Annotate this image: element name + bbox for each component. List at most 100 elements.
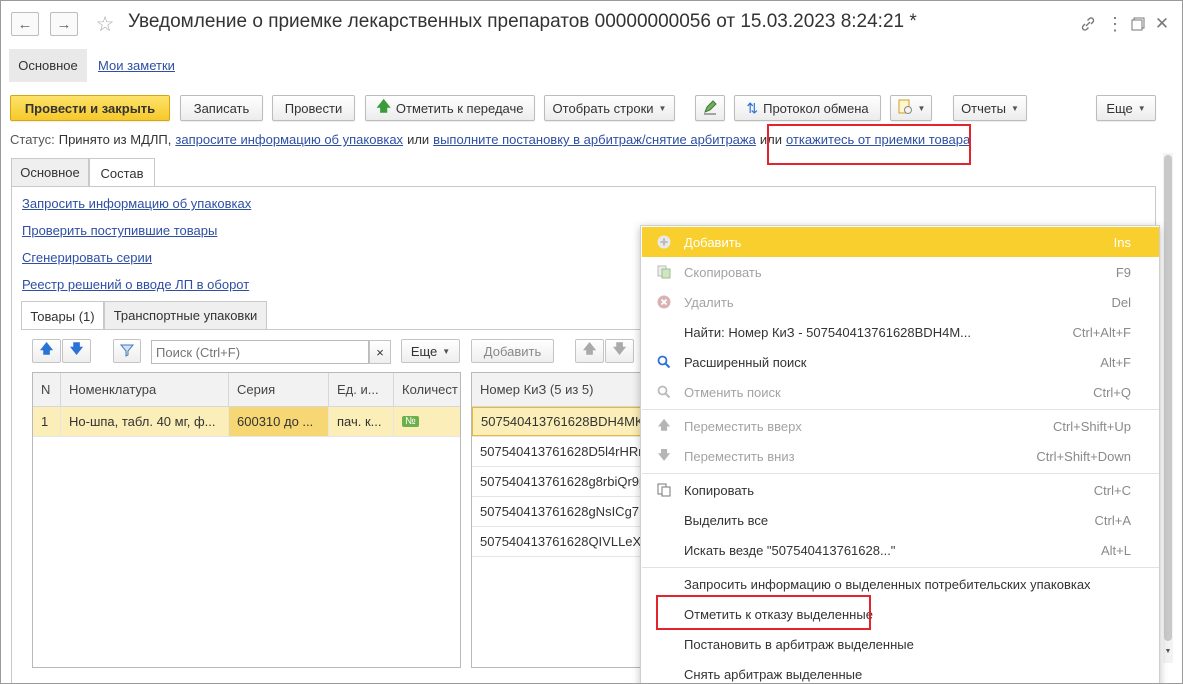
col-n[interactable]: N <box>33 373 61 406</box>
menu-item-copy[interactable]: Копировать Ctrl+C <box>642 475 1159 505</box>
close-icon[interactable]: ✕ <box>1151 13 1173 35</box>
menu-item-label: Переместить вниз <box>684 448 795 464</box>
sign-button[interactable] <box>695 95 725 121</box>
cell-kiz: 507540413761628g8rbiQr9p <box>480 474 647 489</box>
menu-item-label: Копировать <box>684 482 754 498</box>
add-kiz-button[interactable]: Добавить <box>471 339 554 363</box>
goods-more-label: Еще <box>410 343 438 359</box>
table-row[interactable]: 507540413761628D5l4rHRn <box>472 437 650 467</box>
menu-item-cancel-search[interactable]: Отменить поиск Ctrl+Q <box>642 377 1159 407</box>
document-window: ← → ☆ Уведомление о приемке лекарственны… <box>0 0 1183 684</box>
menu-item-add[interactable]: Добавить Ins <box>642 227 1159 257</box>
more-dots-icon[interactable]: ⋮ <box>1104 13 1126 35</box>
move-down-button[interactable]: 🡇 <box>62 339 91 363</box>
check-goods-action[interactable]: Проверить поступившие товары <box>22 223 217 238</box>
delete-circle-icon <box>656 294 672 310</box>
menu-item-select-all[interactable]: Выделить все Ctrl+A <box>642 505 1159 535</box>
menu-item-shortcut: Alt+F <box>1100 354 1131 370</box>
cell-kiz: 507540413761628gNsICg7L <box>480 504 647 519</box>
goods-more-button[interactable]: Еще ▼ <box>401 339 460 363</box>
chevron-down-icon: ▼ <box>1011 103 1019 113</box>
more-label: Еще <box>1106 100 1133 116</box>
generate-series-action[interactable]: Сгенерировать серии <box>22 250 152 265</box>
exchange-protocol-button[interactable]: ⇅ Протокол обмена <box>734 95 881 121</box>
menu-item-label: Искать везде "507540413761628..." <box>684 542 896 558</box>
save-button[interactable]: Записать <box>180 95 263 121</box>
tab-transport-packages[interactable]: Транспортные упаковки <box>104 301 267 329</box>
menu-item-shortcut: Ctrl+Alt+F <box>1072 324 1131 340</box>
search-icon <box>656 354 672 370</box>
arbitration-link[interactable]: выполните постановку в арбитраж/снятие а… <box>433 132 756 147</box>
scrollbar-thumb[interactable] <box>1164 155 1172 641</box>
col-kiz-number[interactable]: Номер КиЗ (5 из 5) <box>472 373 650 406</box>
kiz-move-up-button[interactable]: 🡅 <box>575 339 604 363</box>
tab-composition[interactable]: Состав <box>89 158 155 187</box>
tab-main-label: Основное <box>18 58 78 73</box>
filter-button[interactable] <box>113 339 141 363</box>
request-packages-action[interactable]: Запросить информацию об упаковках <box>22 196 251 211</box>
more-button[interactable]: Еще ▼ <box>1096 95 1156 121</box>
arrow-down-icon: 🡇 <box>657 447 671 462</box>
menu-item-search-everywhere[interactable]: Искать везде "507540413761628..." Alt+L <box>642 535 1159 565</box>
tab-main-page[interactable]: Основное <box>11 158 89 186</box>
menu-item-shortcut: Ins <box>1113 234 1131 250</box>
move-up-button[interactable]: 🡅 <box>32 339 61 363</box>
link-icon[interactable] <box>1077 13 1099 35</box>
menu-separator <box>642 409 1159 410</box>
print-menu-button[interactable]: ▼ <box>890 95 932 121</box>
cell-series: 600310 до ... <box>229 407 329 436</box>
number-badge-icon: № <box>402 416 419 427</box>
menu-item-find[interactable]: Найти: Номер КиЗ - 507540413761628BDH4M.… <box>642 317 1159 347</box>
cell-quantity: № <box>394 407 460 436</box>
clear-icon: × <box>376 344 384 360</box>
col-unit[interactable]: Ед. и... <box>329 373 394 406</box>
tab-main[interactable]: Основное <box>9 49 87 82</box>
tab-my-notes[interactable]: Мои заметки <box>98 49 175 82</box>
request-packages-link[interactable]: запросите информацию об упаковках <box>175 132 403 147</box>
menu-item-remove-arbitration[interactable]: Снять арбитраж выделенные <box>642 659 1159 683</box>
menu-item-move-down[interactable]: 🡇 Переместить вниз Ctrl+Shift+Down <box>642 441 1159 471</box>
vertical-scrollbar[interactable]: ▼ <box>1163 153 1173 663</box>
copy-icon <box>656 482 672 498</box>
menu-item-advanced-search[interactable]: Расширенный поиск Alt+F <box>642 347 1159 377</box>
cell-kiz: 507540413761628BDH4MK <box>472 407 650 436</box>
col-series[interactable]: Серия <box>229 373 329 406</box>
menu-item-move-up[interactable]: 🡅 Переместить вверх Ctrl+Shift+Up <box>642 411 1159 441</box>
menu-item-label: Удалить <box>684 294 734 310</box>
col-nomenclature[interactable]: Номенклатура <box>61 373 229 406</box>
menu-item-label: Выделить все <box>684 512 769 528</box>
tab-goods[interactable]: Товары (1) <box>21 301 104 330</box>
reports-button[interactable]: Отчеты ▼ <box>953 95 1027 121</box>
mark-for-transfer-label: Отметить к передаче <box>395 100 524 116</box>
status-text: Принято из МДЛП, <box>58 132 172 147</box>
clear-search-button[interactable]: × <box>369 340 391 364</box>
mark-for-transfer-button[interactable]: 🡅 Отметить к передаче <box>365 95 535 121</box>
select-rows-button[interactable]: Отобрать строки ▼ <box>544 95 675 121</box>
table-row[interactable]: 507540413761628QIVLLeXj <box>472 527 650 557</box>
decisions-registry-action[interactable]: Реестр решений о вводе ЛП в оборот <box>22 277 249 292</box>
chevron-down-icon: ▼ <box>1137 103 1146 113</box>
menu-item-arbitration[interactable]: Постановить в арбитраж выделенные <box>642 629 1159 659</box>
table-row[interactable]: 1 Но-шпа, табл. 40 мг, ф... 600310 до ..… <box>33 407 460 437</box>
forward-button[interactable]: → <box>50 12 78 36</box>
star-icon[interactable]: ☆ <box>94 13 116 36</box>
goods-table-header: N Номенклатура Серия Ед. и... Количест <box>33 373 460 407</box>
tab-goods-label: Товары (1) <box>30 308 95 324</box>
menu-item-copy-row[interactable]: Скопировать F9 <box>642 257 1159 287</box>
col-quantity[interactable]: Количест <box>394 373 460 406</box>
post-and-close-button[interactable]: Провести и закрыть <box>10 95 170 121</box>
chevron-down-icon: ▼ <box>658 103 667 113</box>
menu-item-shortcut: Ctrl+Shift+Down <box>1036 448 1131 464</box>
table-row[interactable]: 507540413761628BDH4MK <box>472 407 650 437</box>
kiz-move-down-button[interactable]: 🡇 <box>605 339 634 363</box>
restore-window-icon[interactable] <box>1127 13 1149 35</box>
kiz-table-header: Номер КиЗ (5 из 5) <box>472 373 650 407</box>
search-input[interactable] <box>151 340 369 364</box>
scroll-down-icon[interactable]: ▼ <box>1163 648 1173 655</box>
table-row[interactable]: 507540413761628g8rbiQr9p <box>472 467 650 497</box>
tab-main-page-label: Основное <box>20 165 80 180</box>
table-row[interactable]: 507540413761628gNsICg7L <box>472 497 650 527</box>
post-button[interactable]: Провести <box>272 95 355 121</box>
back-button[interactable]: ← <box>11 12 39 36</box>
menu-item-delete[interactable]: Удалить Del <box>642 287 1159 317</box>
